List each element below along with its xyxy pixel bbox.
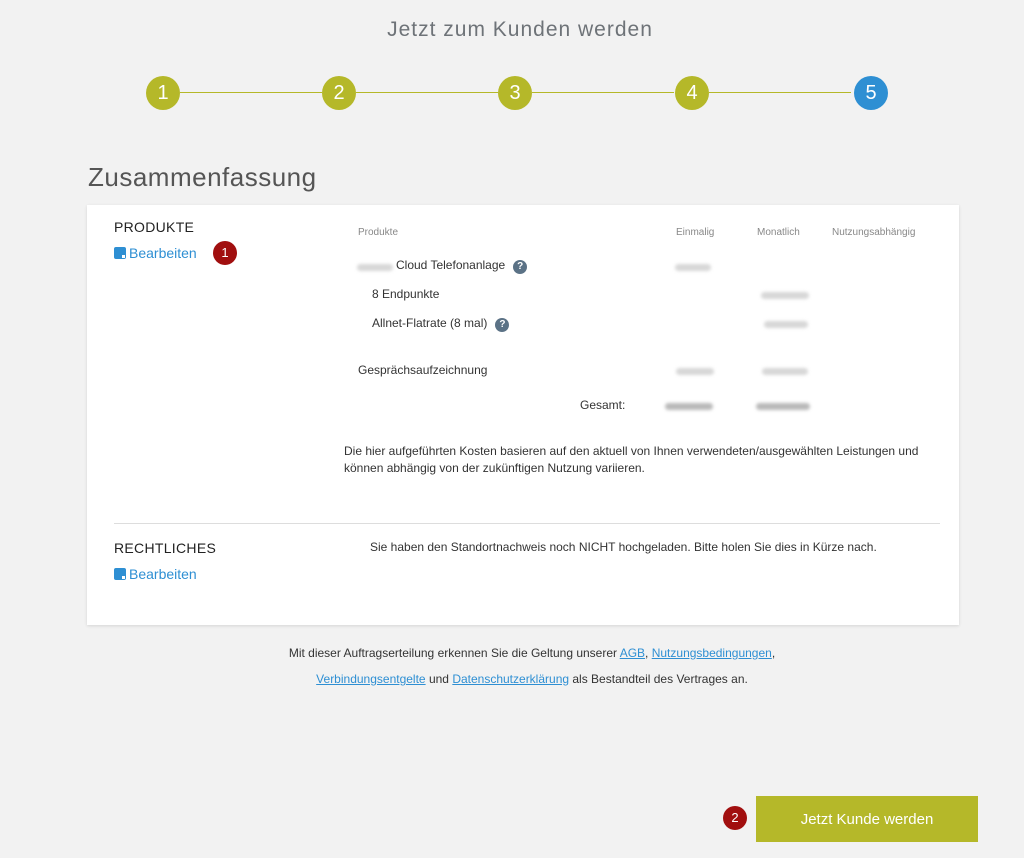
become-customer-button[interactable]: Jetzt Kunde werden: [756, 796, 978, 842]
redacted-price: [762, 368, 808, 375]
product-name: Allnet-Flatrate (8 mal): [372, 316, 488, 330]
product-row: Cloud Telefonanlage?: [396, 258, 528, 274]
agb-link[interactable]: AGB: [620, 646, 645, 660]
step-3[interactable]: 3: [498, 76, 532, 110]
annotation-badge-1: 1: [213, 241, 237, 265]
verbindungsentgelte-link[interactable]: Verbindungsentgelte: [316, 672, 425, 686]
redacted-price: [675, 264, 711, 271]
edit-icon: [114, 247, 126, 259]
col-head-produkte: Produkte: [358, 227, 399, 238]
divider: [114, 523, 940, 524]
nutzungsbedingungen-link[interactable]: Nutzungsbedingungen: [652, 646, 772, 660]
rechtliches-edit-label: Bearbeiten: [129, 566, 197, 582]
step-4[interactable]: 4: [675, 76, 709, 110]
step-2[interactable]: 2: [322, 76, 356, 110]
stepper-connector: [180, 92, 322, 93]
product-row: Allnet-Flatrate (8 mal)?: [372, 316, 510, 332]
rechtliches-edit-link[interactable]: Bearbeiten: [114, 566, 197, 582]
col-head-nutzung: Nutzungsabhängig: [832, 227, 916, 238]
legal-notice: Sie haben den Standortnachweis noch NICH…: [370, 540, 877, 554]
product-row-name: 8 Endpunkte: [372, 287, 440, 301]
redacted-total: [756, 403, 810, 410]
col-head-monatlich: Monatlich: [757, 227, 800, 238]
product-name: Cloud Telefonanlage: [396, 258, 506, 272]
redacted-total: [665, 403, 713, 410]
col-head-einmalig: Einmalig: [676, 227, 715, 238]
step-5-active: 5: [854, 76, 888, 110]
produkte-edit-link[interactable]: Bearbeiten: [114, 245, 197, 261]
stepper-connector: [356, 92, 498, 93]
redacted-price: [761, 292, 809, 299]
redacted-brand: [357, 264, 393, 271]
rechtliches-label: RECHTLICHES: [114, 540, 217, 556]
terms-text: und: [425, 672, 453, 686]
stepper-connector: [709, 92, 851, 93]
datenschutz-link[interactable]: Datenschutzerklärung: [452, 672, 569, 686]
page-title: Jetzt zum Kunden werden: [387, 18, 653, 41]
cost-note: Die hier aufgeführten Kosten basieren au…: [344, 444, 919, 475]
stepper-connector: [532, 92, 674, 93]
summary-card: PRODUKTE Bearbeiten 1 Produkte Einmalig …: [87, 205, 959, 625]
product-row-name: Gesprächsaufzeichnung: [358, 363, 488, 377]
terms-text: als Bestandteil des Vertrages an.: [569, 672, 748, 686]
terms-footer: Mit dieser Auftragserteilung erkennen Si…: [0, 640, 1024, 692]
redacted-price: [764, 321, 808, 328]
help-icon[interactable]: ?: [495, 318, 510, 332]
section-title: Zusammenfassung: [88, 162, 317, 192]
help-icon[interactable]: ?: [513, 260, 528, 274]
redacted-price: [676, 368, 714, 375]
progress-stepper: 1 2 3 4 5: [146, 76, 888, 110]
terms-text: Mit dieser Auftragserteilung erkennen Si…: [288, 646, 620, 660]
terms-text: ,: [645, 646, 652, 660]
annotation-badge-2: 2: [723, 806, 747, 830]
produkte-label: PRODUKTE: [114, 219, 195, 235]
terms-text: ,: [771, 646, 776, 660]
step-1[interactable]: 1: [146, 76, 180, 110]
edit-icon: [114, 568, 126, 580]
produkte-edit-label: Bearbeiten: [129, 245, 197, 261]
total-label: Gesamt:: [580, 398, 626, 412]
